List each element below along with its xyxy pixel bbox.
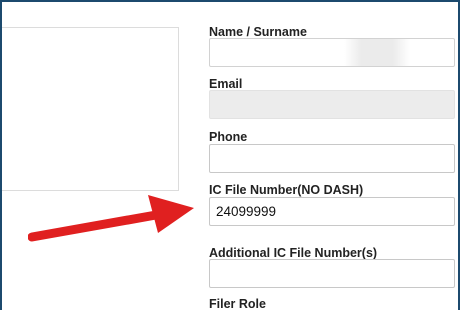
name-label: Name / Surname bbox=[209, 25, 307, 39]
filer-role-label: Filer Role bbox=[209, 297, 266, 311]
additional-ic-label: Additional IC File Number(s) bbox=[209, 246, 378, 260]
name-field[interactable] bbox=[209, 38, 455, 67]
phone-label: Phone bbox=[209, 130, 248, 144]
red-arrow-icon bbox=[28, 195, 194, 242]
additional-ic-field[interactable] bbox=[209, 259, 455, 288]
email-label: Email bbox=[209, 77, 243, 91]
email-field[interactable] bbox=[209, 90, 455, 119]
ic-file-number-label: IC File Number(NO DASH) bbox=[209, 183, 364, 197]
left-panel bbox=[2, 27, 179, 191]
ic-file-number-field[interactable] bbox=[209, 197, 455, 226]
phone-field[interactable] bbox=[209, 144, 455, 173]
